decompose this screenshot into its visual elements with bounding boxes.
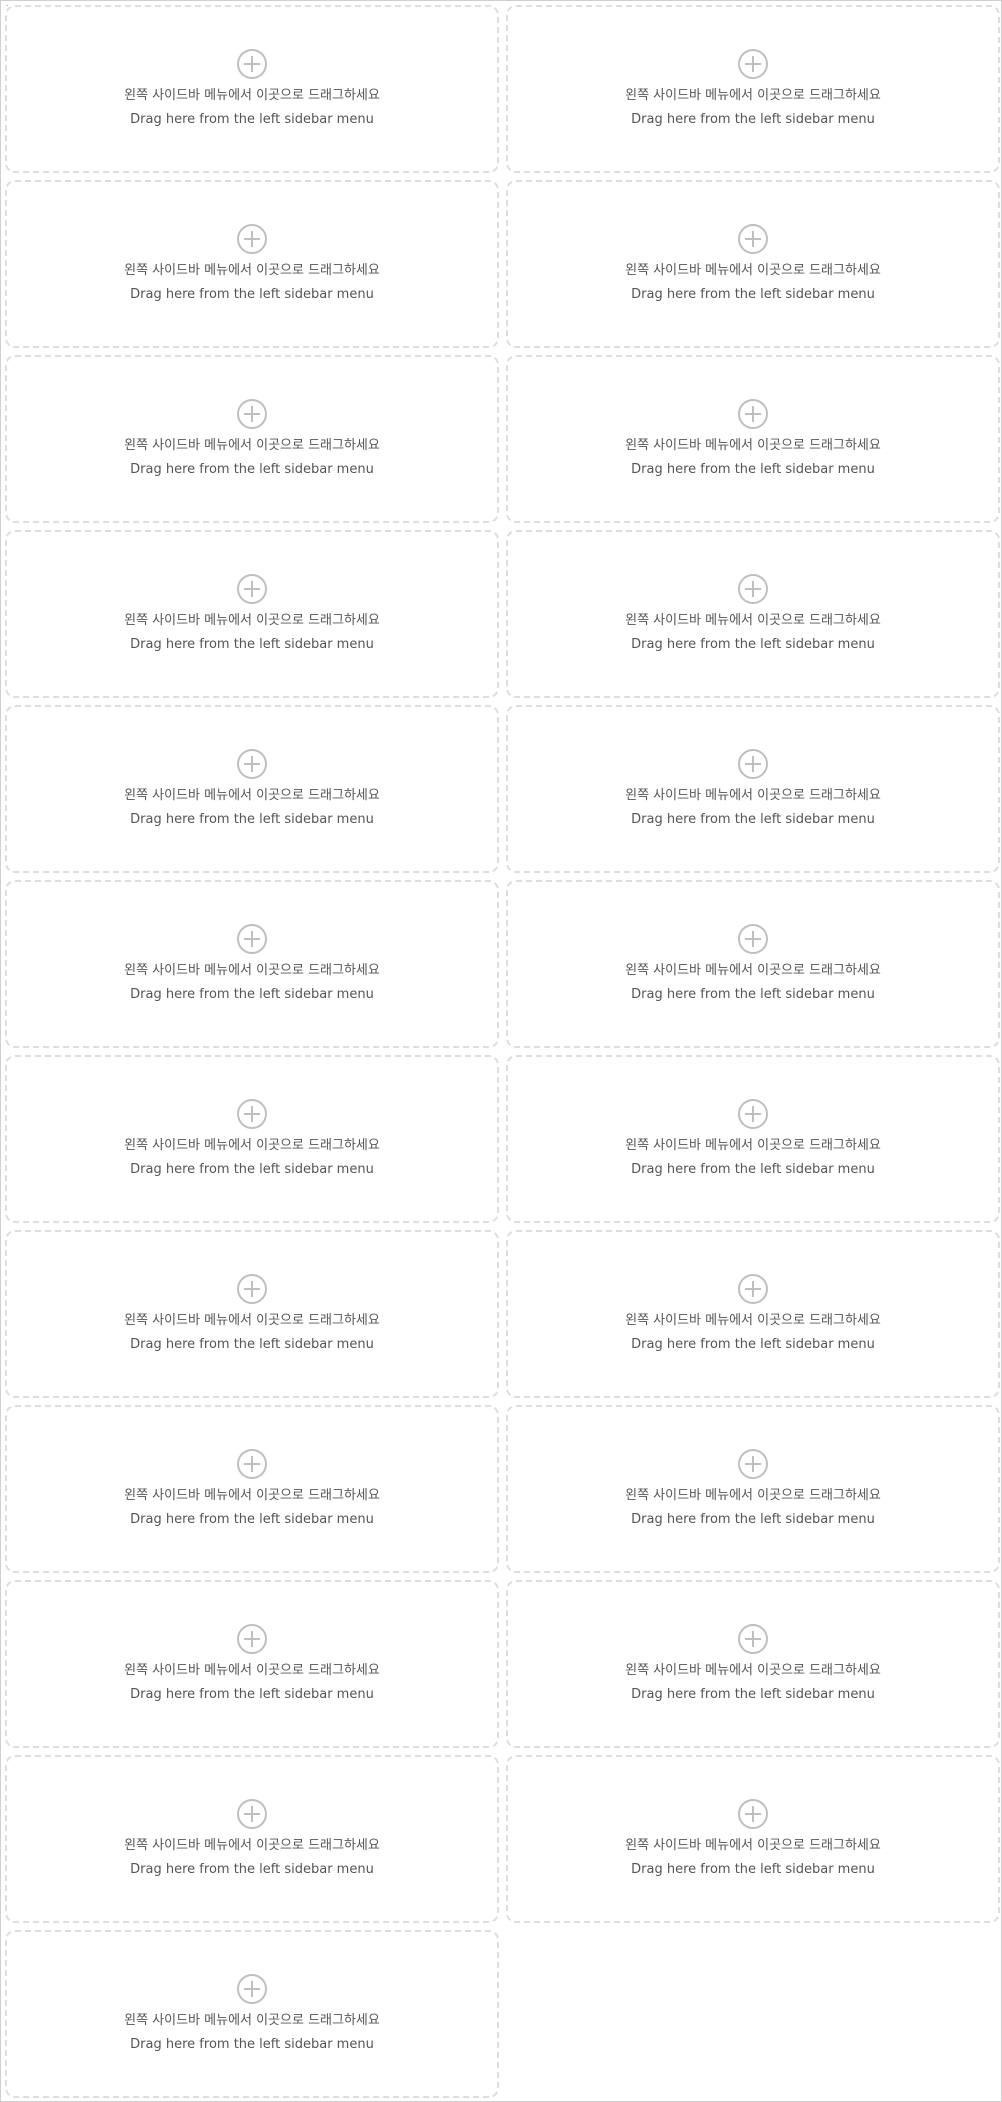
drop-slot-label-en: Drag here from the left sidebar menu [631,462,875,477]
drop-slot-label-en: Drag here from the left sidebar menu [631,987,875,1002]
plus-circle-icon [237,1449,267,1479]
plus-circle-icon [237,1274,267,1304]
drop-slot-label-ko: 왼쪽 사이드바 메뉴에서 이곳으로 드래그하세요 [625,963,881,978]
plus-circle-icon [738,749,768,779]
drop-slot-label-ko: 왼쪽 사이드바 메뉴에서 이곳으로 드래그하세요 [124,263,380,278]
drop-slot-label-ko: 왼쪽 사이드바 메뉴에서 이곳으로 드래그하세요 [625,438,881,453]
drop-slot-label-en: Drag here from the left sidebar menu [130,1337,374,1352]
plus-circle-icon [237,924,267,954]
drop-slot-label-en: Drag here from the left sidebar menu [130,637,374,652]
drop-slot-label-en: Drag here from the left sidebar menu [631,1862,875,1877]
plus-circle-icon [738,924,768,954]
drop-slot[interactable]: 왼쪽 사이드바 메뉴에서 이곳으로 드래그하세요 Drag here from … [5,1405,499,1573]
drop-slot-label-ko: 왼쪽 사이드바 메뉴에서 이곳으로 드래그하세요 [124,788,380,803]
drop-slot-label-en: Drag here from the left sidebar menu [130,812,374,827]
drop-slot-label-ko: 왼쪽 사이드바 메뉴에서 이곳으로 드래그하세요 [625,1663,881,1678]
drop-slot[interactable]: 왼쪽 사이드바 메뉴에서 이곳으로 드래그하세요 Drag here from … [506,1405,1000,1573]
drop-slot-label-en: Drag here from the left sidebar menu [631,1512,875,1527]
drop-slot[interactable]: 왼쪽 사이드바 메뉴에서 이곳으로 드래그하세요 Drag here from … [506,530,1000,698]
drop-slot[interactable]: 왼쪽 사이드바 메뉴에서 이곳으로 드래그하세요 Drag here from … [5,5,499,173]
plus-circle-icon [237,49,267,79]
plus-circle-icon [237,749,267,779]
drop-slot-label-ko: 왼쪽 사이드바 메뉴에서 이곳으로 드래그하세요 [124,1488,380,1503]
drop-slot[interactable]: 왼쪽 사이드바 메뉴에서 이곳으로 드래그하세요 Drag here from … [506,355,1000,523]
plus-circle-icon [738,1624,768,1654]
drop-slot[interactable]: 왼쪽 사이드바 메뉴에서 이곳으로 드래그하세요 Drag here from … [506,705,1000,873]
drop-slot[interactable]: 왼쪽 사이드바 메뉴에서 이곳으로 드래그하세요 Drag here from … [5,1755,499,1923]
drop-slot-label-ko: 왼쪽 사이드바 메뉴에서 이곳으로 드래그하세요 [625,1838,881,1853]
plus-circle-icon [237,1799,267,1829]
plus-circle-icon [738,49,768,79]
drop-slot[interactable]: 왼쪽 사이드바 메뉴에서 이곳으로 드래그하세요 Drag here from … [5,1580,499,1748]
plus-circle-icon [237,1974,267,2004]
plus-circle-icon [237,224,267,254]
drop-slot[interactable]: 왼쪽 사이드바 메뉴에서 이곳으로 드래그하세요 Drag here from … [5,880,499,1048]
dashboard-canvas: 왼쪽 사이드바 메뉴에서 이곳으로 드래그하세요 Drag here from … [0,0,1002,2102]
drop-slot[interactable]: 왼쪽 사이드바 메뉴에서 이곳으로 드래그하세요 Drag here from … [5,355,499,523]
drop-slot[interactable]: 왼쪽 사이드바 메뉴에서 이곳으로 드래그하세요 Drag here from … [506,1055,1000,1223]
drop-slot-label-ko: 왼쪽 사이드바 메뉴에서 이곳으로 드래그하세요 [124,1838,380,1853]
drop-slot-label-ko: 왼쪽 사이드바 메뉴에서 이곳으로 드래그하세요 [124,613,380,628]
drop-slot-label-ko: 왼쪽 사이드바 메뉴에서 이곳으로 드래그하세요 [625,1313,881,1328]
drop-slot-label-en: Drag here from the left sidebar menu [631,112,875,127]
drop-slot-label-en: Drag here from the left sidebar menu [130,1687,374,1702]
drop-slot-label-en: Drag here from the left sidebar menu [130,462,374,477]
drop-slot-label-en: Drag here from the left sidebar menu [130,2037,374,2052]
drop-slot-label-ko: 왼쪽 사이드바 메뉴에서 이곳으로 드래그하세요 [124,963,380,978]
widget-slot-grid: 왼쪽 사이드바 메뉴에서 이곳으로 드래그하세요 Drag here from … [5,5,1000,2099]
plus-circle-icon [738,1449,768,1479]
drop-slot-label-en: Drag here from the left sidebar menu [130,1862,374,1877]
drop-slot-label-ko: 왼쪽 사이드바 메뉴에서 이곳으로 드래그하세요 [625,1488,881,1503]
drop-slot[interactable]: 왼쪽 사이드바 메뉴에서 이곳으로 드래그하세요 Drag here from … [506,1580,1000,1748]
plus-circle-icon [738,1799,768,1829]
drop-slot[interactable]: 왼쪽 사이드바 메뉴에서 이곳으로 드래그하세요 Drag here from … [506,5,1000,173]
drop-slot[interactable]: 왼쪽 사이드바 메뉴에서 이곳으로 드래그하세요 Drag here from … [5,180,499,348]
drop-slot-label-ko: 왼쪽 사이드바 메뉴에서 이곳으로 드래그하세요 [124,1313,380,1328]
drop-slot-label-ko: 왼쪽 사이드바 메뉴에서 이곳으로 드래그하세요 [124,1663,380,1678]
drop-slot[interactable]: 왼쪽 사이드바 메뉴에서 이곳으로 드래그하세요 Drag here from … [5,1930,499,2098]
drop-slot-label-en: Drag here from the left sidebar menu [631,1687,875,1702]
plus-circle-icon [738,574,768,604]
drop-slot-label-en: Drag here from the left sidebar menu [130,112,374,127]
plus-circle-icon [738,399,768,429]
plus-circle-icon [237,574,267,604]
drop-slot-label-ko: 왼쪽 사이드바 메뉴에서 이곳으로 드래그하세요 [625,88,881,103]
drop-slot[interactable]: 왼쪽 사이드바 메뉴에서 이곳으로 드래그하세요 Drag here from … [506,1230,1000,1398]
drop-slot-label-en: Drag here from the left sidebar menu [631,1337,875,1352]
drop-slot[interactable]: 왼쪽 사이드바 메뉴에서 이곳으로 드래그하세요 Drag here from … [5,530,499,698]
drop-slot[interactable]: 왼쪽 사이드바 메뉴에서 이곳으로 드래그하세요 Drag here from … [5,705,499,873]
drop-slot-label-ko: 왼쪽 사이드바 메뉴에서 이곳으로 드래그하세요 [625,613,881,628]
drop-slot-label-ko: 왼쪽 사이드바 메뉴에서 이곳으로 드래그하세요 [625,1138,881,1153]
drop-slot[interactable]: 왼쪽 사이드바 메뉴에서 이곳으로 드래그하세요 Drag here from … [506,880,1000,1048]
drop-slot[interactable]: 왼쪽 사이드바 메뉴에서 이곳으로 드래그하세요 Drag here from … [506,1755,1000,1923]
drop-slot-label-en: Drag here from the left sidebar menu [631,287,875,302]
drop-slot-label-en: Drag here from the left sidebar menu [130,987,374,1002]
plus-circle-icon [237,1099,267,1129]
plus-circle-icon [738,224,768,254]
plus-circle-icon [237,399,267,429]
drop-slot-label-ko: 왼쪽 사이드바 메뉴에서 이곳으로 드래그하세요 [124,2013,380,2028]
drop-slot-label-ko: 왼쪽 사이드바 메뉴에서 이곳으로 드래그하세요 [124,88,380,103]
drop-slot-label-ko: 왼쪽 사이드바 메뉴에서 이곳으로 드래그하세요 [124,1138,380,1153]
plus-circle-icon [738,1274,768,1304]
drop-slot-label-en: Drag here from the left sidebar menu [631,812,875,827]
drop-slot-label-ko: 왼쪽 사이드바 메뉴에서 이곳으로 드래그하세요 [625,788,881,803]
drop-slot-label-en: Drag here from the left sidebar menu [130,287,374,302]
drop-slot-label-en: Drag here from the left sidebar menu [130,1162,374,1177]
drop-slot-label-ko: 왼쪽 사이드바 메뉴에서 이곳으로 드래그하세요 [625,263,881,278]
drop-slot[interactable]: 왼쪽 사이드바 메뉴에서 이곳으로 드래그하세요 Drag here from … [5,1230,499,1398]
drop-slot-label-en: Drag here from the left sidebar menu [130,1512,374,1527]
plus-circle-icon [738,1099,768,1129]
drop-slot-label-en: Drag here from the left sidebar menu [631,637,875,652]
drop-slot-label-ko: 왼쪽 사이드바 메뉴에서 이곳으로 드래그하세요 [124,438,380,453]
drop-slot-label-en: Drag here from the left sidebar menu [631,1162,875,1177]
drop-slot[interactable]: 왼쪽 사이드바 메뉴에서 이곳으로 드래그하세요 Drag here from … [506,180,1000,348]
drop-slot[interactable]: 왼쪽 사이드바 메뉴에서 이곳으로 드래그하세요 Drag here from … [5,1055,499,1223]
plus-circle-icon [237,1624,267,1654]
